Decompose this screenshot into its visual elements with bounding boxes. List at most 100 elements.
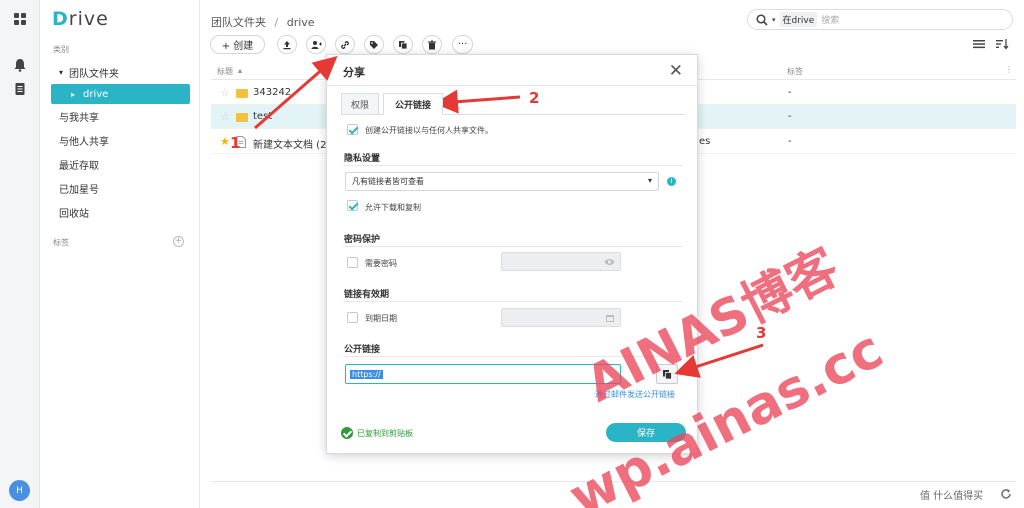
allow-download-label: 允许下载和复制: [365, 203, 421, 212]
caret-right-icon: ▸: [71, 89, 76, 99]
file-tag: -: [788, 111, 792, 122]
file-tag: -: [788, 87, 792, 98]
breadcrumb-separator: /: [274, 16, 279, 29]
delete-button[interactable]: [422, 35, 442, 54]
dropdown-caret-icon: ▾: [647, 176, 652, 185]
calendar-icon[interactable]: [605, 313, 615, 323]
sidebar-item-label: 最近存取: [59, 160, 99, 172]
star-empty-icon[interactable]: ☆: [220, 110, 230, 123]
tag-button[interactable]: [364, 35, 384, 54]
breadcrumb-root[interactable]: 团队文件夹: [211, 16, 266, 29]
dialog-title: 分享: [343, 66, 365, 79]
search-box[interactable]: ▾ 在drive 搜索: [747, 9, 1013, 30]
file-tag: -: [788, 136, 792, 147]
add-person-icon: [311, 40, 322, 49]
annotation-number-1: 1: [230, 134, 241, 152]
refresh-icon[interactable]: [1000, 488, 1012, 500]
column-tags[interactable]: 标签: [787, 66, 803, 77]
column-title[interactable]: 标题: [217, 66, 233, 77]
sidebar: Drive 类别 ▾ 团队文件夹 ▸ drive 与我共享 与他人共享 最近存取…: [40, 0, 200, 508]
public-link-url: https://: [350, 369, 383, 379]
list-view-icon[interactable]: [972, 38, 986, 50]
copy-icon: [399, 40, 408, 49]
trash-icon: [428, 40, 436, 49]
divider: [343, 301, 683, 302]
search-icon: [756, 13, 768, 26]
create-button[interactable]: + 创建: [210, 35, 265, 54]
share-people-button[interactable]: [306, 35, 326, 54]
allow-download-checkbox[interactable]: [347, 200, 358, 211]
copy-button[interactable]: [393, 35, 413, 54]
tab-permissions[interactable]: 权限: [341, 93, 379, 115]
category-label: 类别: [53, 45, 69, 54]
divider: [343, 165, 683, 166]
password-field[interactable]: [501, 252, 621, 271]
public-link-heading: 公开链接: [344, 345, 381, 355]
create-link-label: 创建公开链接以与任何人共享文件。: [365, 126, 493, 135]
add-tag-icon[interactable]: +: [173, 236, 184, 247]
privacy-heading: 隐私设置: [344, 154, 381, 164]
sidebar-item-trash[interactable]: 回收站: [51, 202, 190, 222]
sidebar-item-starred[interactable]: 已加星号: [51, 178, 190, 198]
info-icon[interactable]: i: [667, 177, 676, 186]
folder-icon: [236, 113, 248, 122]
sidebar-item-label: 团队文件夹: [69, 68, 120, 80]
close-icon[interactable]: ✕: [669, 61, 683, 81]
breadcrumb-current: drive: [286, 16, 315, 29]
expiry-heading: 链接有效期: [344, 290, 390, 300]
copied-label: 已复制到剪贴板: [357, 428, 413, 438]
upload-button[interactable]: [277, 35, 297, 54]
sidebar-item-recent[interactable]: 最近存取: [51, 154, 190, 174]
link-icon: [341, 40, 349, 49]
create-link-checkbox[interactable]: [347, 124, 358, 135]
password-heading: 密码保护: [344, 235, 381, 245]
divider: [343, 246, 683, 247]
app-rail: H: [0, 0, 40, 508]
tag-icon: [370, 40, 378, 49]
caret-down-icon: ▾: [59, 67, 64, 77]
file-extra: es: [699, 136, 711, 147]
sidebar-item-team-folder[interactable]: ▾ 团队文件夹: [51, 62, 190, 82]
chevron-down-icon: ▾: [772, 15, 776, 24]
more-button[interactable]: ···: [452, 35, 473, 54]
search-input[interactable]: 搜索: [821, 13, 839, 26]
apps-grid-icon[interactable]: [13, 12, 27, 26]
tab-public-link[interactable]: 公开链接: [383, 93, 443, 115]
expiry-checkbox[interactable]: [347, 312, 358, 323]
annotation-number-2: 2: [529, 89, 540, 107]
sidebar-item-label: 与他人共享: [59, 136, 109, 148]
copied-status: 已复制到剪贴板: [341, 427, 413, 439]
user-avatar[interactable]: H: [9, 480, 30, 501]
app-logo: Drive: [52, 8, 109, 30]
star-filled-icon[interactable]: ★: [220, 135, 230, 148]
privacy-select[interactable]: 凡有链接者皆可查看 ▾: [345, 172, 659, 191]
eye-icon[interactable]: [604, 258, 615, 266]
sidebar-item-drive[interactable]: ▸ drive: [51, 84, 190, 104]
sidebar-item-label: 与我共享: [59, 112, 99, 124]
sort-asc-icon[interactable]: ▴: [238, 66, 242, 75]
expiry-date-field[interactable]: [501, 308, 621, 327]
require-password-label: 需要密码: [365, 259, 397, 268]
divider: [327, 85, 697, 86]
require-password-checkbox[interactable]: [347, 257, 358, 268]
sidebar-item-label: drive: [83, 88, 109, 100]
file-name[interactable]: 新建文本文档 (2).: [253, 136, 334, 151]
share-link-button[interactable]: [335, 35, 355, 54]
privacy-value: 凡有链接者皆可查看: [352, 177, 424, 186]
folder-icon: [236, 89, 248, 98]
search-scope: 在drive: [779, 12, 818, 27]
sidebar-item-shared-with-others[interactable]: 与他人共享: [51, 130, 190, 150]
file-name[interactable]: 343242: [253, 87, 291, 98]
sidebar-item-shared-with-me[interactable]: 与我共享: [51, 106, 190, 126]
star-empty-icon[interactable]: ☆: [220, 86, 230, 99]
sort-icon[interactable]: [995, 38, 1009, 50]
breadcrumb: 团队文件夹 / drive: [211, 14, 315, 30]
sidebar-item-label: 回收站: [59, 208, 89, 220]
bell-icon[interactable]: [13, 58, 27, 72]
file-name[interactable]: test: [253, 111, 272, 122]
document-icon[interactable]: [13, 82, 27, 96]
column-menu-icon[interactable]: ⋮: [1005, 65, 1013, 74]
corner-watermark: 值 什么值得买: [920, 491, 984, 502]
check-circle-icon: [341, 427, 353, 439]
expiry-label: 到期日期: [365, 314, 397, 323]
